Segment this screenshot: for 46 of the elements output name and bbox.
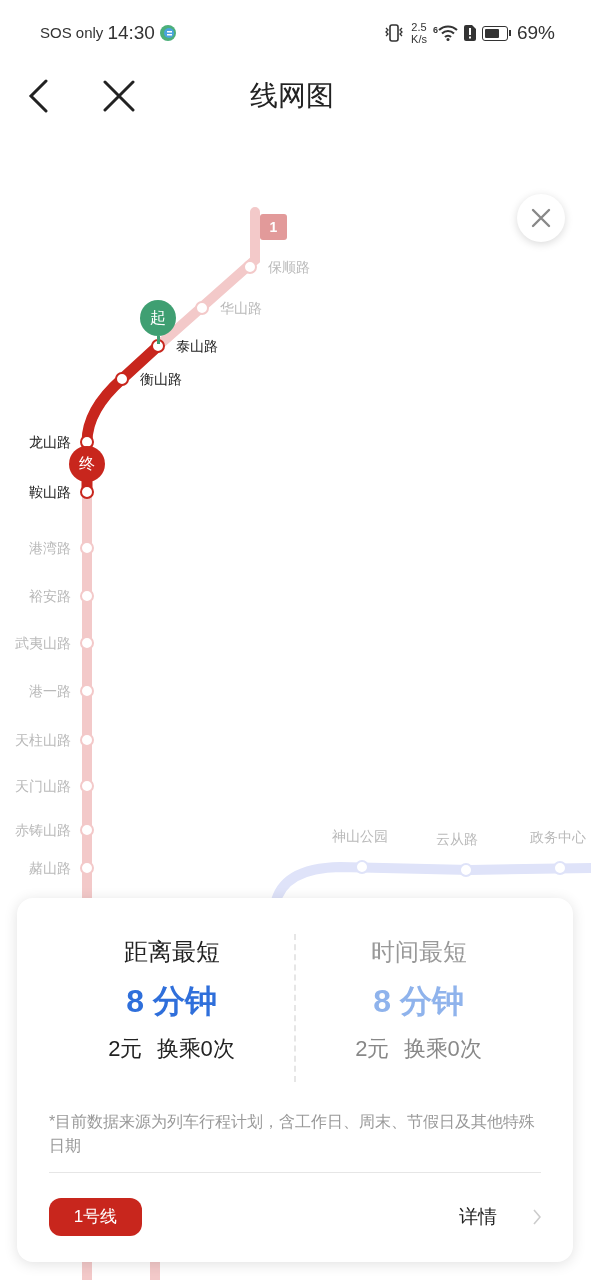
line-tag: 1号线 [49,1198,142,1236]
battery-icon [481,25,511,41]
start-pin: 起 [140,300,176,344]
station-label[interactable]: 衡山路 [140,370,182,388]
close-icon [531,208,551,228]
station-label[interactable]: 龙山路 [29,433,71,451]
route-option[interactable]: 时间最短 8 分钟 2元 换乘0次 [296,934,541,1093]
station-label[interactable]: 泰山路 [176,337,218,355]
station-label[interactable]: 裕安路 [29,587,71,605]
app-icon [158,24,177,42]
battery-percent: 69% [516,20,555,45]
station-label[interactable]: 政务中心 [530,828,586,846]
data-source-note: *目前数据来源为列车行程计划，含工作日、周末、节假日及其他特殊日期 [49,1112,537,1156]
station-label[interactable]: 赤铸山路 [15,821,71,839]
station-label[interactable]: 神山公园 [332,827,388,845]
station-label[interactable]: 武夷山路 [15,634,71,652]
page-title: 线网图 [250,79,334,113]
back-icon [28,79,48,113]
station-node[interactable] [80,435,94,449]
close-button[interactable] [102,79,136,113]
station-label[interactable]: 天门山路 [15,777,71,795]
stub-track [150,1262,160,1280]
carrier-text: SOS only [40,22,104,43]
sim-alert-icon [463,25,476,41]
end-marker: 终 [69,446,105,482]
wifi-generation: 6 [432,25,438,35]
details-link[interactable]: 详情 [459,1202,541,1232]
close-icon [103,80,135,112]
wifi-icon [437,25,458,41]
back-button[interactable] [26,78,50,114]
station-label[interactable]: 云从路 [436,830,478,848]
line-badge: 1 [260,214,287,240]
station-label[interactable]: 港一路 [29,682,71,700]
station-label[interactable]: 港湾路 [29,539,71,557]
station-node[interactable] [80,485,94,499]
close-map-button[interactable] [517,194,565,242]
station-label[interactable]: 保顺路 [268,258,310,276]
chevron-right-icon [533,1209,541,1225]
station-label[interactable]: 赭山路 [29,859,71,877]
station-label[interactable]: 鞍山路 [29,483,71,501]
station-node[interactable] [115,372,129,386]
clock-time: 14:30 [107,20,155,45]
route-option[interactable]: 距离最短 8 分钟 2元 换乘0次 [49,934,294,1093]
network-speed: 2.5 K/s [411,21,427,45]
station-label[interactable]: 天柱山路 [15,731,71,749]
station-label[interactable]: 华山路 [220,299,262,317]
